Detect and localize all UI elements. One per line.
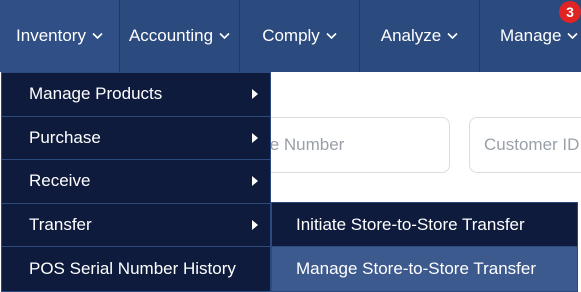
submenu-item-initiate-transfer[interactable]: Initiate Store-to-Store Transfer	[272, 203, 577, 247]
submenu-item-label: Manage Store-to-Store Transfer	[296, 259, 537, 278]
chevron-down-icon	[567, 32, 579, 40]
chevron-down-icon	[326, 32, 337, 40]
caret-right-icon	[252, 220, 258, 231]
nav-manage-label: Manage	[500, 26, 562, 45]
caret-right-icon	[252, 132, 258, 143]
nav-comply-label: Comply	[262, 26, 320, 45]
nav-inventory-label: Inventory	[16, 26, 86, 45]
menu-item-label: Manage Products	[29, 84, 163, 104]
nav-accounting-label: Accounting	[128, 26, 214, 45]
nav-inventory[interactable]: Inventory	[0, 0, 120, 72]
menu-item-label: Transfer	[29, 215, 92, 235]
menu-item-label: Purchase	[29, 127, 101, 147]
menu-item-label: POS Serial Number History	[29, 259, 236, 279]
caret-right-icon	[252, 176, 258, 187]
chevron-down-icon	[447, 32, 458, 40]
menu-item-manage-products[interactable]: Manage Products	[2, 73, 270, 117]
top-nav-bar: Inventory Accounting Comply Analyze Mana…	[0, 0, 581, 72]
chevron-down-icon	[219, 32, 230, 40]
nav-analyze-label: Analyze	[380, 26, 442, 45]
nav-comply[interactable]: Comply	[240, 0, 360, 72]
submenu-item-label: Initiate Store-to-Store Transfer	[296, 214, 525, 234]
menu-item-purchase[interactable]: Purchase	[2, 117, 270, 161]
inventory-dropdown-menu: Manage Products Purchase Receive Transfe…	[1, 72, 271, 292]
transfer-submenu: Initiate Store-to-Store Transfer Manage …	[271, 202, 578, 292]
customer-id-field[interactable]: Customer ID	[469, 117, 581, 173]
menu-item-pos-serial-number-history[interactable]: POS Serial Number History	[2, 247, 270, 291]
nav-accounting[interactable]: Accounting	[120, 0, 240, 72]
caret-right-icon	[252, 89, 258, 100]
menu-item-transfer[interactable]: Transfer	[2, 204, 270, 248]
notification-badge[interactable]: 3	[559, 1, 581, 23]
customer-id-placeholder: Customer ID	[484, 135, 580, 154]
submenu-item-manage-transfer[interactable]: Manage Store-to-Store Transfer	[272, 247, 577, 291]
menu-item-label: Receive	[29, 171, 91, 191]
menu-item-receive[interactable]: Receive	[2, 160, 270, 204]
nav-analyze[interactable]: Analyze	[360, 0, 480, 72]
nav-manage[interactable]: Manage 3	[480, 0, 581, 72]
chevron-down-icon	[92, 32, 103, 40]
